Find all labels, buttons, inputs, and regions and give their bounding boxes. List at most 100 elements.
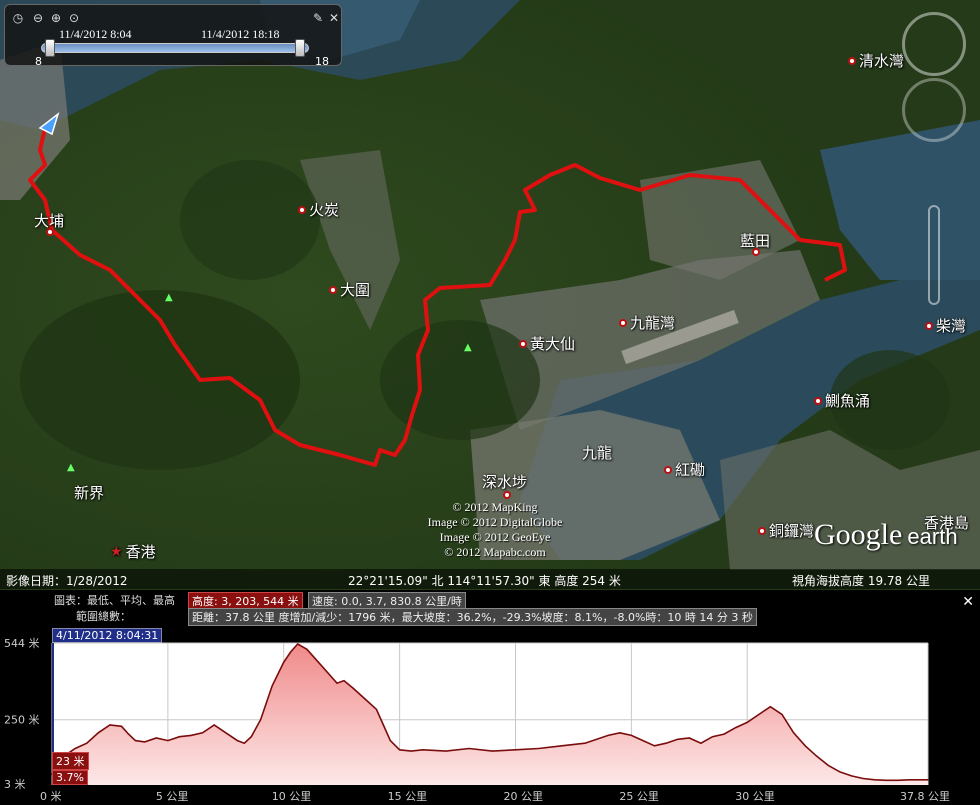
y-tick-label: 250 米 (4, 714, 40, 727)
x-tick-label: 30 公里 (735, 790, 775, 803)
zoom-in-icon[interactable]: ⊕ (49, 11, 63, 25)
elevation-point (364, 698, 366, 700)
place-causeway-bay[interactable]: 銅鑼灣 (758, 520, 814, 541)
elevation-point (190, 734, 192, 737)
elevation-point (134, 740, 137, 742)
map-view[interactable]: 大埔 火炭 大圍 黃大仙 九龍灣 藍田 柴灣 清水灣 鰂魚涌 紅磡 九龍 深水埗… (0, 0, 980, 590)
place-kowloon[interactable]: 九龍 (582, 442, 612, 463)
elevation-point (259, 719, 262, 721)
elevation-point (144, 741, 146, 743)
elevation-chart[interactable]: 3 米 250 米 544 米 0 米 5 公里 10 公里 15 公里 20 公里 25 公里… (0, 590, 980, 805)
elevation-point (317, 661, 320, 663)
elevation-point (642, 740, 644, 742)
time-end-label: 11/4/2012 18:18 (201, 27, 280, 41)
elevation-point (155, 737, 157, 739)
elevation-point (167, 740, 169, 742)
time-start-label: 11/4/2012 8:04 (59, 27, 132, 41)
elevation-point (862, 777, 864, 780)
time-start-handle[interactable] (45, 39, 55, 57)
elevation-point (665, 742, 667, 744)
elevation-point (619, 732, 621, 734)
x-tick-label: 37.8 公里 (900, 790, 950, 803)
elevation-point (410, 750, 412, 752)
place-dot-icon (619, 318, 627, 327)
elevation-point (491, 750, 493, 752)
place-tai-wai[interactable]: 大圍 (329, 279, 370, 300)
elevation-point (850, 775, 853, 777)
elevation-point (86, 742, 88, 744)
elevation-point (74, 747, 76, 750)
place-tai-po-dot[interactable] (46, 228, 54, 236)
y-tick-label: 544 米 (4, 637, 40, 650)
elevation-point (561, 745, 563, 747)
place-fo-tan[interactable]: 火炭 (298, 199, 339, 220)
x-tick-label: 0 米 (40, 790, 62, 803)
elevation-point (769, 706, 772, 708)
elevation-point (758, 713, 760, 716)
peak-icon: ▲ (67, 462, 75, 473)
x-tick-label: 5 公里 (156, 790, 189, 803)
elevation-point (343, 679, 345, 682)
place-lam-tin-dot[interactable] (752, 248, 760, 256)
clock-icon[interactable]: ◷ (11, 11, 25, 25)
elevation-point (178, 736, 181, 738)
place-quarry-bay[interactable]: 鰂魚涌 (814, 390, 870, 411)
elevation-point (827, 764, 829, 767)
place-wong-tai-sin[interactable]: 黃大仙 (519, 333, 575, 354)
settings-wrench-icon[interactable]: ✎ (311, 11, 325, 25)
elevation-point (97, 732, 99, 734)
place-dot-icon (329, 285, 337, 294)
place-chai-wan[interactable]: 柴灣 (925, 315, 966, 336)
close-icon[interactable]: ✕ (327, 11, 341, 25)
place-hung-hom[interactable]: 紅磡 (664, 459, 705, 480)
time-slider-track[interactable] (41, 43, 309, 53)
place-dot-icon (503, 491, 511, 499)
look-joystick-icon[interactable] (902, 12, 966, 76)
zoom-slider[interactable] (928, 205, 940, 305)
place-sham-shui-po[interactable]: 深水埗 (482, 471, 527, 492)
x-tick-label: 25 公里 (619, 790, 659, 803)
elevation-point (781, 713, 783, 716)
place-kowloon-bay[interactable]: 九龍灣 (619, 312, 675, 333)
elevation-point (885, 779, 887, 781)
elevation-point (630, 734, 632, 737)
place-hong-kong[interactable]: ★ 香港 (110, 541, 156, 562)
elevation-point (584, 742, 586, 744)
time-end-handle[interactable] (295, 39, 305, 57)
time-slider-panel[interactable]: ◷ ⊖ ⊕ ⊙ ✎ ✕ 11/4/2012 8:04 11/4/2012 18:… (4, 4, 342, 68)
capital-star-icon: ★ (110, 543, 123, 560)
elevation-profile-panel[interactable]: 圖表：最低、平均、最高 高度: 3, 203, 544 米 速度: 0.0, 3… (0, 590, 980, 805)
x-tick-label: 10 公里 (272, 790, 312, 803)
place-dot-icon (758, 526, 766, 535)
elevation-point (746, 721, 748, 723)
elevation-point (352, 687, 354, 690)
imagery-credits: © 2012 MapKing Image © 2012 DigitalGlobe… (427, 500, 563, 559)
x-tick-label: 20 公里 (503, 790, 543, 803)
cursor-elevation: 23 米 (52, 752, 89, 770)
elevation-point (336, 682, 338, 684)
time-min-label: 8 (35, 55, 42, 68)
peak-icon: ▲ (464, 342, 472, 353)
elevation-point (306, 648, 308, 650)
play-icon[interactable]: ⊙ (67, 11, 81, 25)
elevation-point (468, 747, 470, 750)
elevation-point (711, 736, 714, 738)
elevation-point (723, 733, 725, 735)
place-new-territories[interactable]: 新界 (74, 482, 104, 503)
elevation-point (700, 742, 702, 744)
place-sham-shui-po-dot[interactable] (503, 491, 511, 499)
elevation-point (735, 726, 737, 729)
elevation-point (382, 724, 384, 726)
elevation-point (250, 736, 252, 738)
elevation-point (329, 674, 331, 676)
elevation-point (874, 779, 876, 781)
move-joystick-icon[interactable] (902, 78, 966, 142)
elevation-point (897, 779, 899, 781)
elevation-point (389, 740, 391, 742)
navigation-controls[interactable] (892, 10, 972, 310)
elevation-point (804, 745, 806, 747)
zoom-out-icon[interactable]: ⊖ (31, 11, 45, 25)
place-dot-icon (925, 321, 933, 330)
place-dot-icon (664, 465, 672, 474)
google-earth-logo: Google earth (814, 518, 958, 551)
